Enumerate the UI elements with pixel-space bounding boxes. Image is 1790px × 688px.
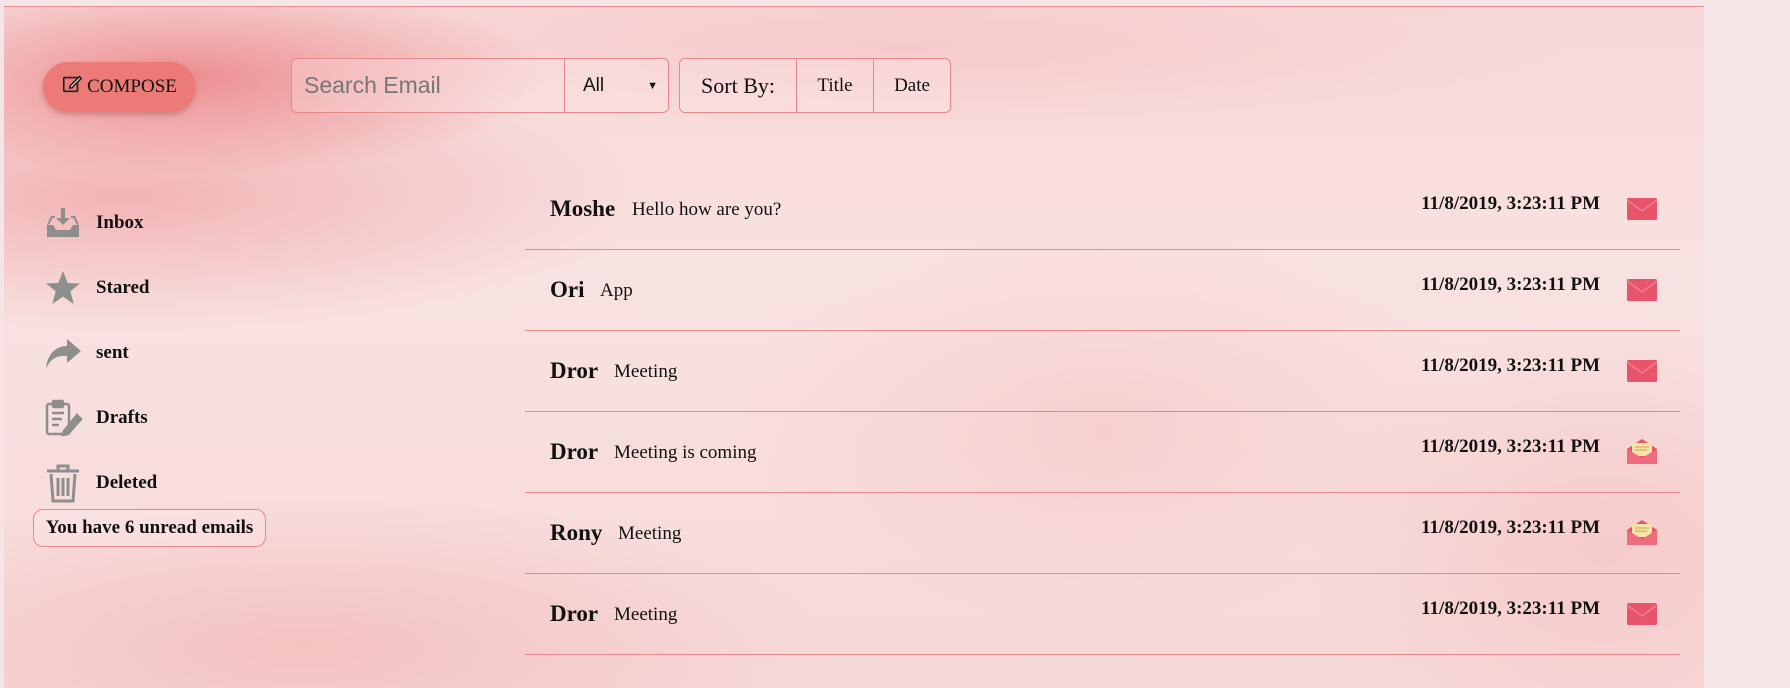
email-date: 11/8/2019, 3:23:11 PM (1421, 517, 1600, 538)
open-envelope-icon[interactable] (1626, 518, 1658, 546)
email-sender: Ori (550, 277, 585, 302)
sidebar-item-drafts[interactable]: Drafts (42, 385, 157, 450)
email-subject: Meeting (618, 523, 682, 544)
sidebar-item-label: Inbox (96, 211, 144, 233)
email-subject: Meeting (614, 361, 678, 382)
email-date: 11/8/2019, 3:23:11 PM (1421, 598, 1600, 619)
email-row[interactable]: Dror Meeting 11/8/2019, 3:23:11 PM (525, 331, 1680, 412)
closed-envelope-icon[interactable] (1626, 356, 1658, 384)
search-input[interactable] (292, 59, 565, 112)
email-row[interactable]: Ori App 11/8/2019, 3:23:11 PM (525, 250, 1680, 331)
sidebar-item-label: sent (96, 341, 129, 363)
unread-count-badge: You have 6 unread emails (33, 509, 266, 547)
clipboard-pencil-icon (42, 397, 84, 439)
email-sender: Moshe (550, 196, 616, 221)
email-date: 11/8/2019, 3:23:11 PM (1421, 274, 1600, 295)
email-subject: App (600, 280, 633, 301)
email-list: Moshe Hello how are you? 11/8/2019, 3:23… (525, 169, 1680, 655)
closed-envelope-icon[interactable] (1626, 599, 1658, 627)
email-date: 11/8/2019, 3:23:11 PM (1421, 193, 1600, 214)
star-icon (42, 267, 84, 309)
compose-icon (61, 73, 83, 101)
email-subject: Hello how are you? (632, 199, 782, 220)
email-row[interactable]: Moshe Hello how are you? 11/8/2019, 3:23… (525, 169, 1680, 250)
sort-label: Sort By: (680, 59, 797, 112)
email-row[interactable]: Rony Meeting 11/8/2019, 3:23:11 PM (525, 493, 1680, 574)
sidebar-item-label: Drafts (96, 406, 148, 428)
filter-value: All (583, 74, 605, 96)
closed-envelope-icon[interactable] (1626, 275, 1658, 303)
sidebar-item-inbox[interactable]: Inbox (42, 190, 157, 255)
sort-by-date-button[interactable]: Date (874, 59, 950, 112)
search-bar: All ▼ (291, 58, 669, 113)
email-sender: Dror (550, 358, 599, 383)
email-date: 11/8/2019, 3:23:11 PM (1421, 355, 1600, 376)
sidebar-item-label: Deleted (96, 471, 158, 493)
sidebar: Inbox Stared sent Drafts Deleted (42, 190, 157, 515)
compose-label: COMPOSE (87, 76, 177, 97)
sidebar-item-label: Stared (96, 276, 150, 298)
sort-bar: Sort By: Title Date (679, 58, 951, 113)
email-app: COMPOSE All ▼ Sort By: Title Date Inbox (4, 6, 1704, 688)
compose-button[interactable]: COMPOSE (43, 62, 195, 112)
sidebar-item-deleted[interactable]: Deleted (42, 450, 157, 515)
trash-icon (42, 462, 84, 504)
email-row[interactable]: Dror Meeting is coming 11/8/2019, 3:23:1… (525, 412, 1680, 493)
sort-by-title-button[interactable]: Title (797, 59, 874, 112)
filter-select[interactable]: All ▼ (565, 59, 668, 112)
chevron-down-icon: ▼ (647, 79, 658, 92)
open-envelope-icon[interactable] (1626, 437, 1658, 465)
email-sender: Dror (550, 439, 599, 464)
email-sender: Rony (550, 520, 603, 545)
inbox-icon (42, 202, 84, 244)
sidebar-item-stared[interactable]: Stared (42, 255, 157, 320)
email-subject: Meeting is coming (614, 442, 757, 463)
forward-arrow-icon (42, 332, 84, 374)
email-sender: Dror (550, 601, 599, 626)
email-date: 11/8/2019, 3:23:11 PM (1421, 436, 1600, 457)
closed-envelope-icon[interactable] (1626, 194, 1658, 222)
email-row[interactable]: Dror Meeting 11/8/2019, 3:23:11 PM (525, 574, 1680, 655)
email-subject: Meeting (614, 604, 678, 625)
sidebar-item-sent[interactable]: sent (42, 320, 157, 385)
